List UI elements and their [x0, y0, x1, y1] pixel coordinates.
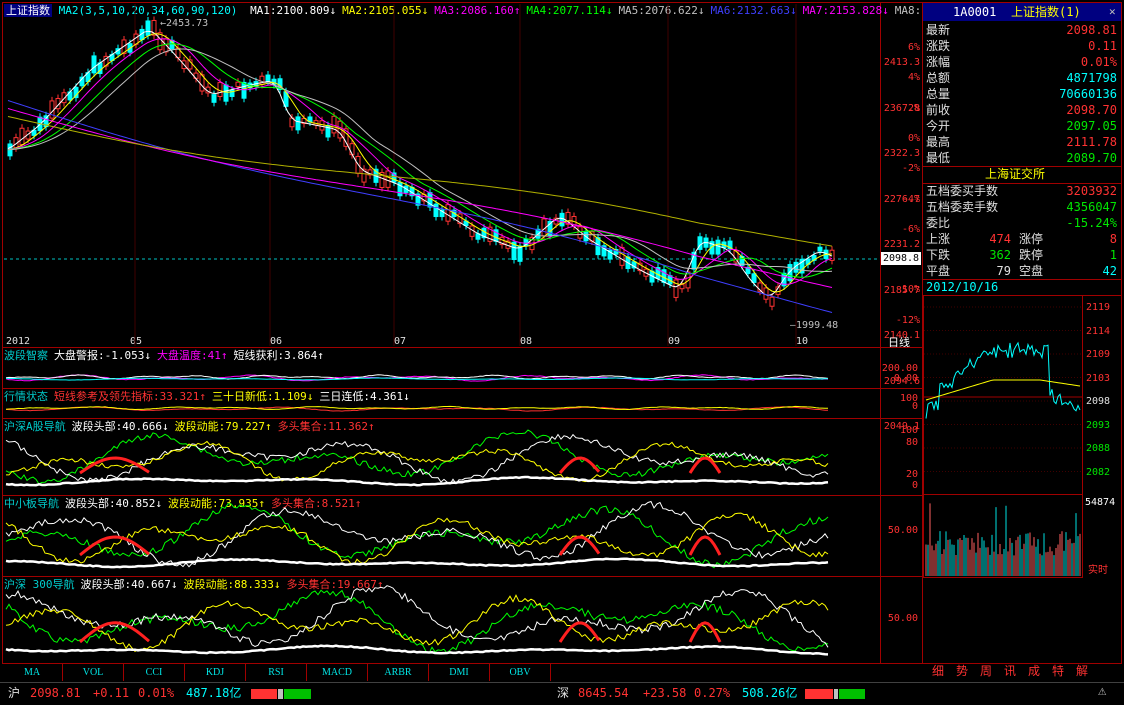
candle-body	[211, 94, 217, 103]
candle-body	[817, 246, 823, 252]
candle-body	[223, 84, 229, 102]
candle-body	[145, 20, 151, 36]
candle-body	[385, 170, 391, 188]
candle-body	[19, 127, 25, 146]
candle-body	[715, 239, 721, 255]
candle-body	[157, 32, 163, 51]
candle-body	[445, 204, 451, 222]
bull-segment	[688, 621, 722, 643]
bull-segment	[688, 535, 722, 556]
bull-segment	[558, 456, 601, 474]
candle-body	[433, 203, 439, 218]
candle-body	[295, 116, 301, 131]
candle-body	[241, 81, 247, 99]
ma-line-2	[7, 33, 833, 293]
indicator-line	[5, 475, 829, 487]
chart-canvas	[4, 4, 1082, 656]
candle-body	[751, 273, 757, 283]
candle-body	[679, 284, 685, 290]
candle-body	[265, 74, 271, 82]
ma-line-6	[7, 100, 833, 313]
candle-body	[91, 55, 97, 74]
indicator-line	[5, 644, 829, 656]
candle-body	[769, 296, 775, 307]
indicator-line	[5, 585, 829, 648]
candle-body	[517, 245, 523, 262]
candle-body	[763, 287, 769, 300]
ma-line-1	[7, 30, 833, 297]
candle-body	[319, 120, 325, 131]
candle-body	[235, 81, 241, 87]
candle-body	[559, 212, 565, 227]
candle-body	[619, 247, 625, 266]
